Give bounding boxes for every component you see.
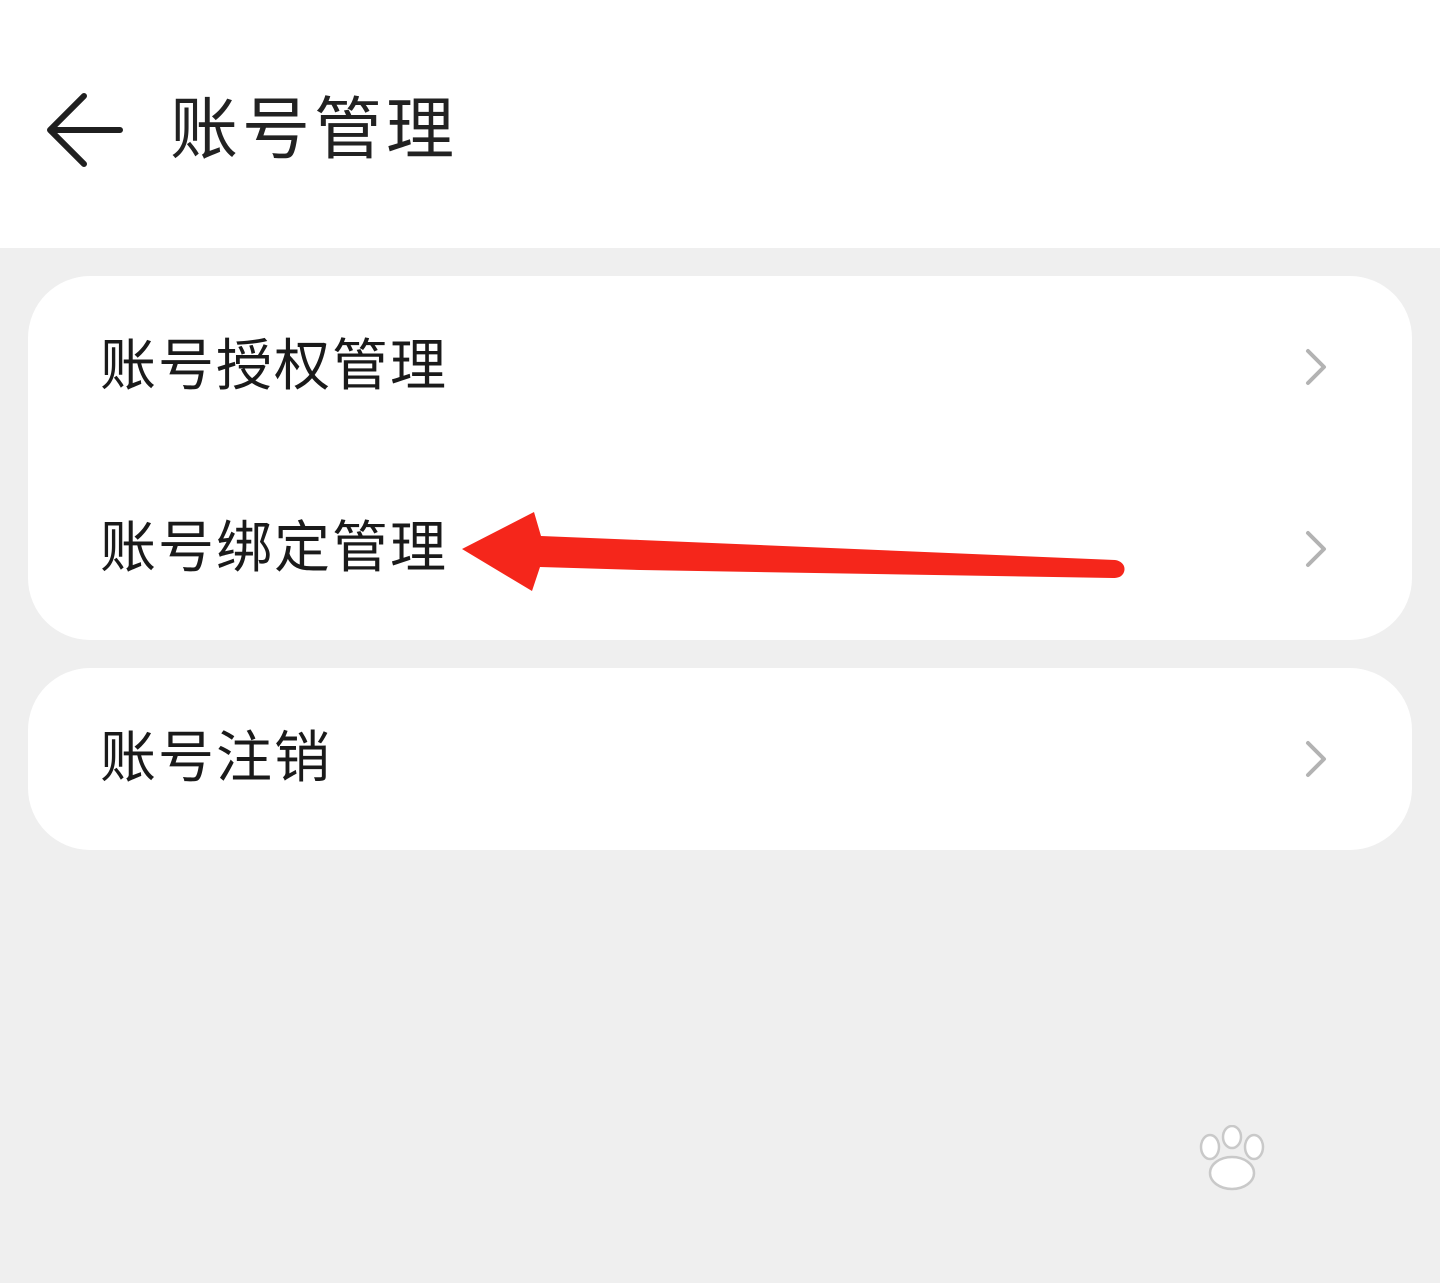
account-binding-label: 账号绑定管理 [100, 516, 448, 581]
account-authorization-label: 账号授权管理 [100, 334, 448, 399]
chevron-right-icon [1306, 349, 1326, 385]
app-header: 账号管理 [0, 0, 1440, 248]
chevron-right-icon [1306, 531, 1326, 567]
account-deactivation-item[interactable]: 账号注销 [28, 668, 1412, 850]
settings-group-account: 账号授权管理 账号绑定管理 [28, 276, 1412, 640]
settings-group-deactivation: 账号注销 [28, 668, 1412, 850]
baidu-jingyan-watermark [1100, 1125, 1420, 1260]
arrow-left-icon [47, 93, 123, 167]
account-binding-item[interactable]: 账号绑定管理 [28, 458, 1412, 640]
account-deactivation-label: 账号注销 [100, 726, 332, 791]
paw-icon [1199, 1125, 1265, 1191]
page-title: 账号管理 [170, 91, 459, 170]
chevron-right-icon [1306, 741, 1326, 777]
back-button[interactable] [40, 88, 130, 172]
account-authorization-item[interactable]: 账号授权管理 [28, 276, 1412, 458]
